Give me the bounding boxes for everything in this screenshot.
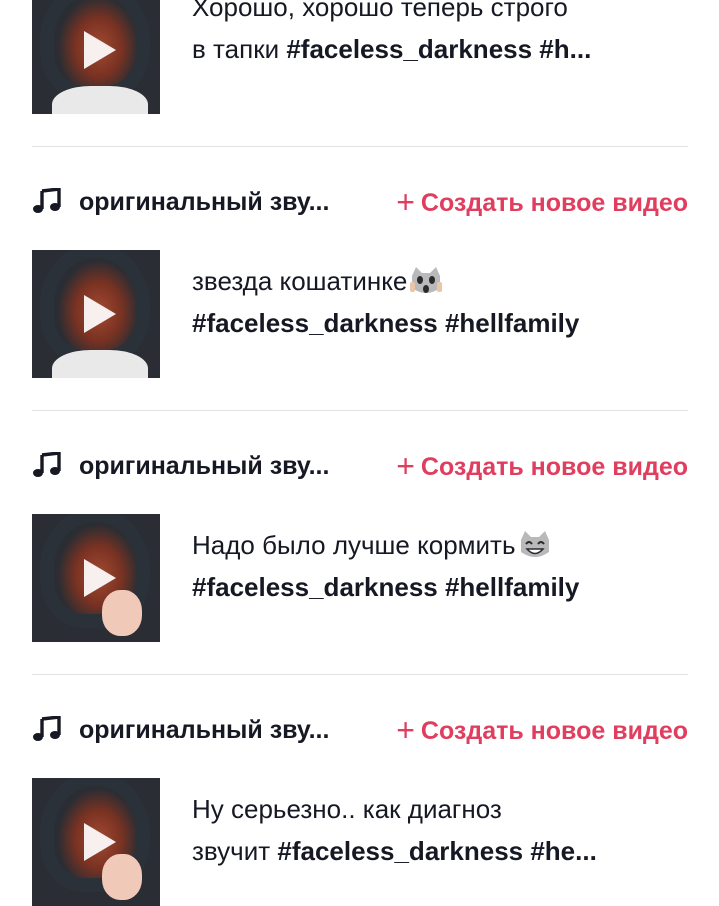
video-description: Ну серьезно.. как диагноз звучит #facele… xyxy=(192,794,597,866)
play-icon[interactable] xyxy=(84,559,116,597)
sound-row: оригинальный зву... + Создать новое видео xyxy=(32,710,688,750)
play-icon[interactable] xyxy=(84,31,116,69)
video-description: Хорошо, хорошо теперь строго в тапки #fa… xyxy=(192,0,592,64)
divider xyxy=(32,146,688,147)
video-description: звезда кошатинке #faceless_darkness #hel… xyxy=(192,266,580,338)
video-post[interactable]: звезда кошатинке #faceless_darkness #hel… xyxy=(32,250,688,378)
music-note-icon xyxy=(33,188,61,213)
divider xyxy=(32,674,688,675)
sound-row: оригинальный зву... + Создать новое видео xyxy=(32,446,688,486)
create-new-video-button[interactable]: + Создать новое видео xyxy=(396,448,688,485)
hashtags[interactable]: #faceless_darkness #hellfamily xyxy=(192,308,579,338)
video-post[interactable]: Надо было лучше кормить #faceless_darkne… xyxy=(32,514,688,642)
plus-icon: + xyxy=(396,184,415,220)
video-thumbnail[interactable] xyxy=(32,250,160,378)
divider xyxy=(32,410,688,411)
video-thumbnail[interactable] xyxy=(32,514,160,642)
hashtags[interactable]: #faceless_darkness #hellfamily xyxy=(192,572,579,602)
video-post[interactable]: Хорошо, хорошо теперь строго в тапки #fa… xyxy=(32,0,688,114)
plus-icon: + xyxy=(396,712,415,748)
create-new-video-button[interactable]: + Создать новое видео xyxy=(396,712,688,749)
scream-cat-emoji xyxy=(410,267,443,293)
music-note-icon xyxy=(33,452,61,477)
video-post[interactable]: Ну серьезно.. как диагноз звучит #facele… xyxy=(32,778,688,906)
hashtags[interactable]: #faceless_darkness #h... xyxy=(286,34,591,64)
sound-row: оригинальный зву... + Создать новое видео xyxy=(32,182,688,222)
video-thumbnail[interactable] xyxy=(32,778,160,906)
sound-name-link[interactable]: оригинальный зву... xyxy=(79,184,329,220)
play-icon[interactable] xyxy=(84,823,116,861)
sound-name-link[interactable]: оригинальный зву... xyxy=(79,712,329,748)
plus-icon: + xyxy=(396,448,415,484)
play-icon[interactable] xyxy=(84,295,116,333)
create-new-video-button[interactable]: + Создать новое видео xyxy=(396,184,688,221)
video-feed: Хорошо, хорошо теперь строго в тапки #fa… xyxy=(0,0,719,906)
video-description: Надо было лучше кормить #faceless_darkne… xyxy=(192,530,580,602)
music-note-icon xyxy=(33,716,61,741)
hashtags[interactable]: #faceless_darkness #he... xyxy=(277,836,596,866)
grinning-cat-emoji xyxy=(520,531,549,557)
video-thumbnail[interactable] xyxy=(32,0,160,114)
sound-name-link[interactable]: оригинальный зву... xyxy=(79,448,329,484)
